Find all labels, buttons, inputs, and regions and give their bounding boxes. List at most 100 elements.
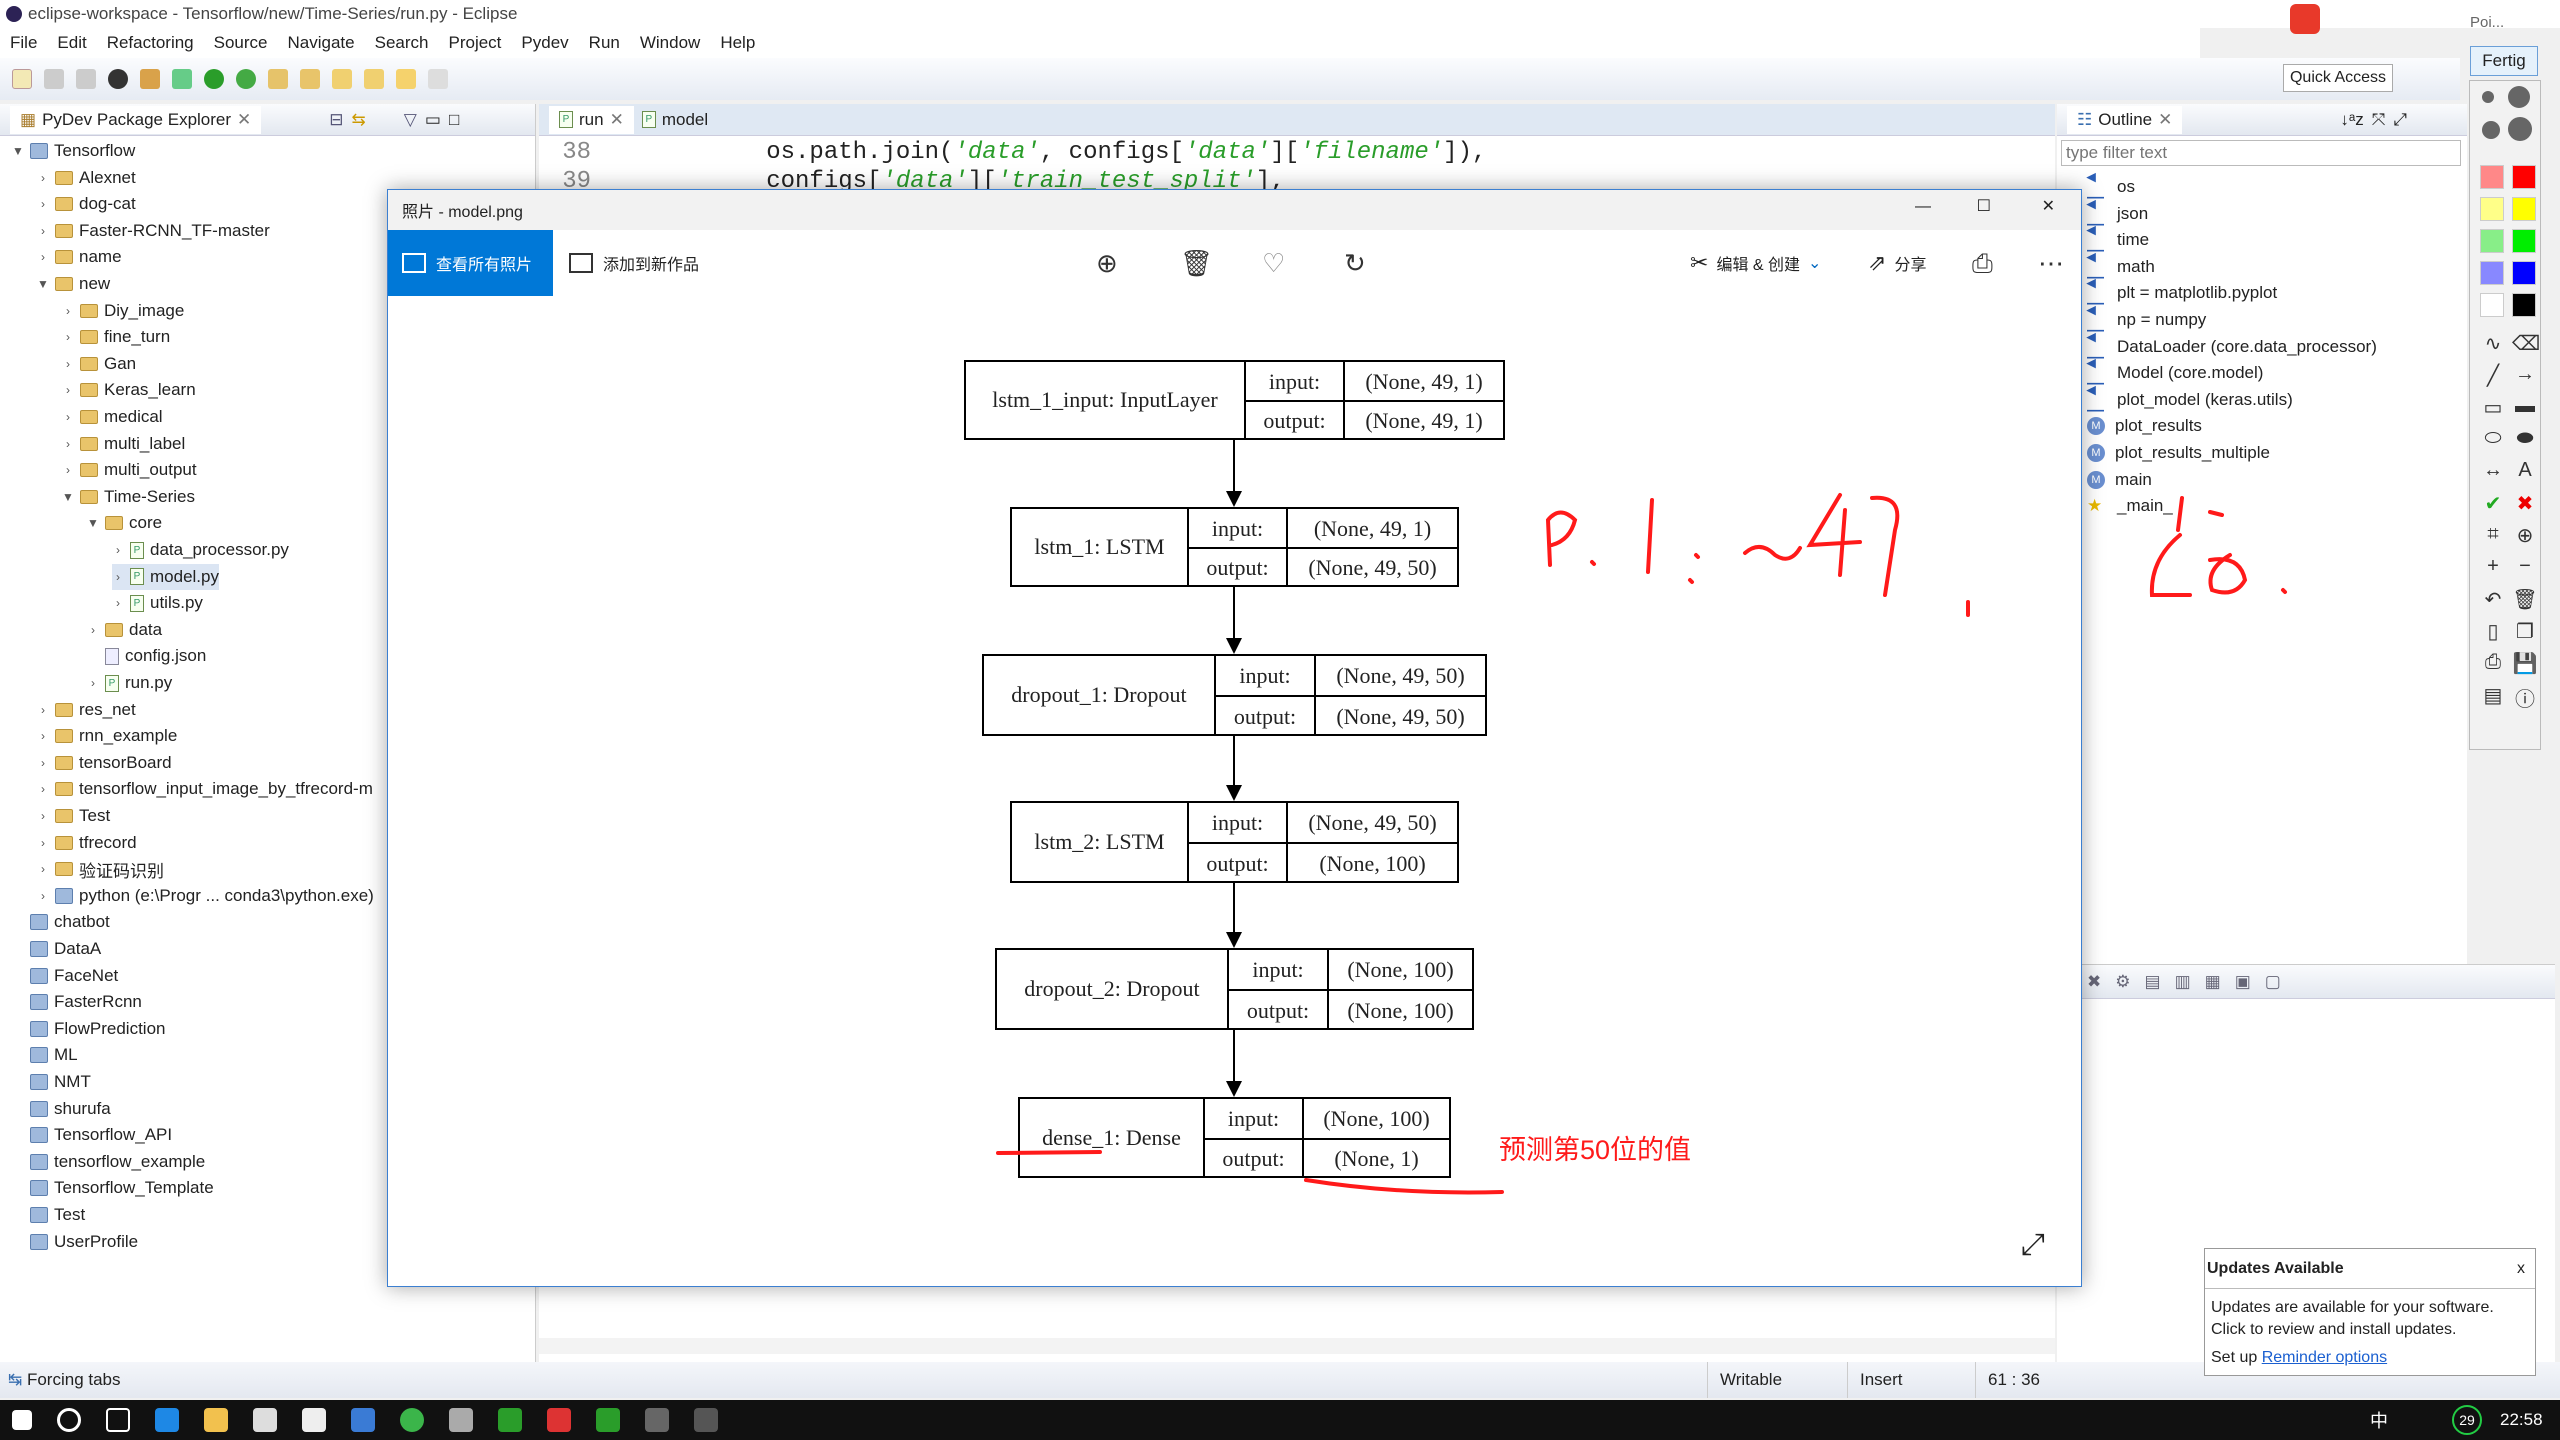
menu-refactoring[interactable]: Refactoring: [107, 33, 194, 53]
tree-item[interactable]: › Putils.py: [112, 590, 203, 616]
menu-help[interactable]: Help: [720, 33, 755, 53]
tree-item[interactable]: › Pmodel.py: [112, 563, 219, 590]
pen-icon[interactable]: [300, 69, 320, 89]
chevron-right-icon[interactable]: ›: [37, 224, 49, 238]
freehand-icon[interactable]: ∿: [2480, 331, 2506, 357]
tree-item[interactable]: FlowPrediction: [12, 1016, 166, 1042]
chevron-right-icon[interactable]: ›: [112, 543, 124, 557]
tree-item[interactable]: Tensorflow_Template: [12, 1175, 214, 1201]
terminate-icon[interactable]: ✖: [2087, 972, 2101, 992]
sort-icon[interactable]: ↓ᵃz: [2340, 110, 2363, 130]
filled-ellipse-icon[interactable]: ⬬: [2512, 427, 2538, 453]
pen-size-small-icon[interactable]: [2482, 91, 2494, 103]
collapse-all-icon[interactable]: ⊟: [329, 110, 343, 130]
search-icon[interactable]: [57, 1408, 81, 1432]
tree-item[interactable]: DataA: [12, 936, 101, 962]
more-icon[interactable]: ⋯: [2038, 248, 2064, 279]
text-icon[interactable]: A: [2512, 459, 2538, 485]
menu-file[interactable]: File: [10, 33, 37, 53]
chevron-right-icon[interactable]: ›: [37, 197, 49, 211]
app-icon[interactable]: [596, 1408, 620, 1432]
tree-item[interactable]: Test: [12, 1202, 85, 1228]
ellipse-icon[interactable]: ⬭: [2480, 427, 2506, 453]
open-folder-icon[interactable]: [268, 69, 288, 89]
view-menu-icon[interactable]: ▽: [404, 110, 417, 130]
crop-icon[interactable]: ⌗: [2480, 523, 2506, 549]
wechat-icon[interactable]: [400, 1408, 424, 1432]
info-icon[interactable]: ⓘ: [2512, 683, 2538, 711]
print-icon[interactable]: ⎙: [1972, 248, 1993, 280]
tree-item[interactable]: › dog-cat: [37, 191, 136, 217]
eraser-icon[interactable]: ⌫: [2512, 331, 2540, 357]
tab-run[interactable]: P run ✕: [549, 105, 634, 134]
chevron-right-icon[interactable]: ›: [62, 463, 74, 477]
chevron-right-icon[interactable]: ›: [87, 676, 99, 690]
minimize-icon[interactable]: ▭: [425, 110, 441, 130]
chevron-right-icon[interactable]: ›: [62, 304, 74, 318]
tree-item[interactable]: Tensorflow_API: [12, 1122, 172, 1148]
double-arrow-icon[interactable]: ↔: [2480, 459, 2506, 485]
chevron-right-icon[interactable]: ›: [37, 836, 49, 850]
color-swatch[interactable]: [2512, 229, 2536, 253]
chevron-right-icon[interactable]: ›: [87, 623, 99, 637]
menu-run[interactable]: Run: [589, 33, 620, 53]
fullscreen-icon[interactable]: ⤢: [2021, 1228, 2045, 1262]
edge-icon[interactable]: [155, 1408, 179, 1432]
tree-item[interactable]: FaceNet: [12, 963, 118, 989]
copy-icon[interactable]: ❐: [2512, 619, 2538, 645]
outline-filter-input[interactable]: [2061, 140, 2461, 166]
color-swatch[interactable]: [2480, 165, 2504, 189]
tree-item[interactable]: config.json: [87, 643, 206, 669]
app-icon[interactable]: [449, 1408, 473, 1432]
tree-item[interactable]: › multi_output: [62, 457, 197, 483]
tree-item[interactable]: FasterRcnn: [12, 989, 142, 1015]
chevron-right-icon[interactable]: ›: [37, 171, 49, 185]
color-swatch[interactable]: [2512, 197, 2536, 221]
app-icon[interactable]: [351, 1408, 375, 1432]
tree-item[interactable]: › 验证码识别: [37, 856, 164, 882]
tree-item[interactable]: › multi_label: [62, 431, 185, 457]
outline-item[interactable]: ◂— DataLoader (core.data_processor): [2087, 327, 2377, 366]
updates-popup[interactable]: Updates Available x Updates are availabl…: [2204, 1248, 2536, 1376]
pen-size-medium-icon[interactable]: [2508, 86, 2530, 108]
color-swatch[interactable]: [2512, 261, 2536, 285]
close-icon[interactable]: ✕: [2158, 110, 2172, 130]
tree-item[interactable]: › tensorflow_input_image_by_tfrecord-m: [37, 776, 373, 802]
chevron-right-icon[interactable]: ›: [112, 596, 124, 610]
chevron-right-icon[interactable]: ›: [37, 809, 49, 823]
tree-item[interactable]: ▼ new: [37, 271, 110, 297]
photos-icon[interactable]: [645, 1408, 669, 1432]
close-icon[interactable]: ✕: [237, 110, 251, 130]
minimize-button[interactable]: —: [1915, 198, 1931, 216]
minus-icon[interactable]: −: [2512, 555, 2538, 581]
display-icon[interactable]: ▣: [2235, 972, 2251, 992]
chevron-right-icon[interactable]: ›: [112, 570, 124, 584]
color-swatch[interactable]: [2480, 197, 2504, 221]
maximize-icon[interactable]: □: [449, 110, 459, 130]
color-swatch[interactable]: [2512, 293, 2536, 317]
chevron-down-icon[interactable]: ▼: [12, 144, 24, 158]
tree-item[interactable]: › Gan: [62, 351, 136, 377]
tree-item[interactable]: › Keras_learn: [62, 377, 196, 403]
store-icon[interactable]: [253, 1408, 277, 1432]
tree-item[interactable]: › Alexnet: [37, 165, 136, 191]
tree-item[interactable]: › Prun.py: [87, 670, 172, 696]
clear-icon[interactable]: ▤: [2145, 972, 2161, 992]
add-to-creation-button[interactable]: 添加到新作品: [569, 251, 699, 275]
chevron-right-icon[interactable]: ›: [37, 782, 49, 796]
tab-outline[interactable]: ☷ Outline ✕: [2067, 105, 2183, 134]
tree-item[interactable]: ▼ Time-Series: [62, 484, 195, 510]
forward-icon[interactable]: [428, 69, 448, 89]
tree-item[interactable]: › res_net: [37, 697, 136, 723]
undo-icon[interactable]: ↶: [2480, 587, 2506, 613]
open-type-icon[interactable]: [140, 69, 160, 89]
share-button[interactable]: ⇗ 分享: [1868, 250, 1926, 276]
close-icon[interactable]: ✕: [610, 110, 624, 130]
menu-window[interactable]: Window: [640, 33, 700, 53]
tree-item[interactable]: › data: [87, 617, 162, 643]
tree-item[interactable]: › name: [37, 244, 122, 270]
outline-item[interactable]: ★ _main_: [2087, 493, 2173, 519]
debug-icon[interactable]: [172, 69, 192, 89]
cross-icon[interactable]: ✖: [2512, 491, 2538, 517]
chevron-right-icon[interactable]: ›: [37, 250, 49, 264]
